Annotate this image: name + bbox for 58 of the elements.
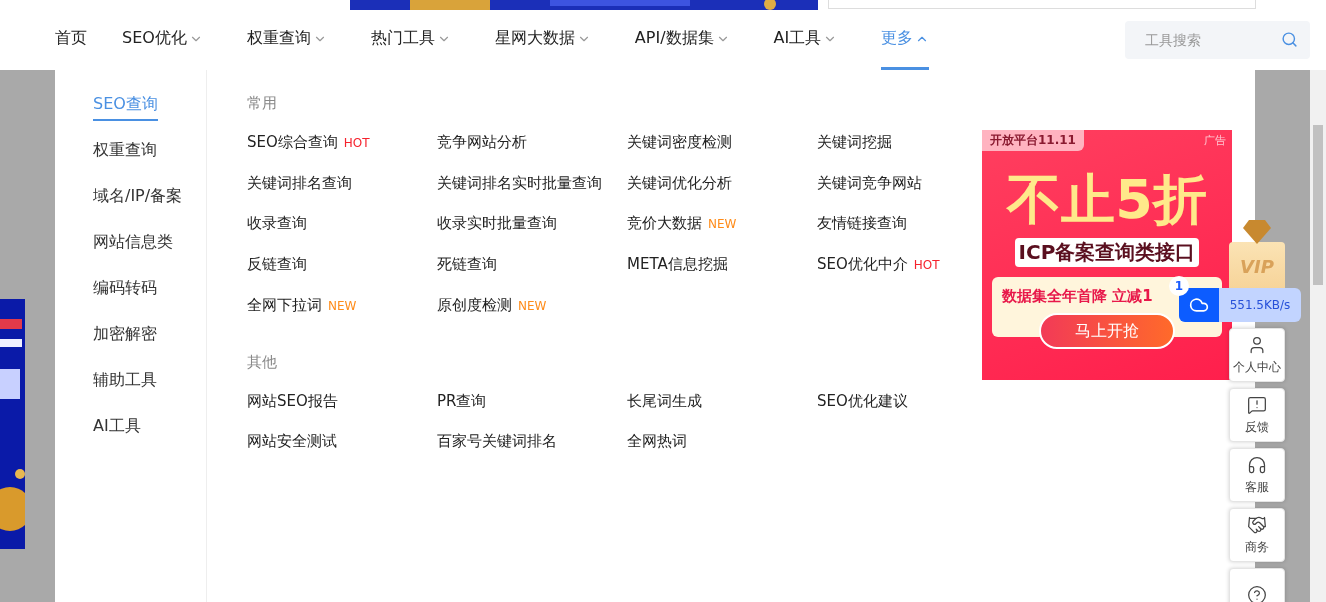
tool-link[interactable]: SEO综合查询 HOT xyxy=(247,131,370,154)
tool-link[interactable]: 关键词优化分析 xyxy=(627,172,732,194)
category-item[interactable]: AI工具 xyxy=(93,414,141,443)
cloud-icon xyxy=(1189,295,1209,315)
tool-link[interactable]: 关键词挖掘 xyxy=(817,131,892,154)
nav-item[interactable]: 权重查询 xyxy=(246,10,327,70)
tool-link[interactable]: SEO优化中介 HOT xyxy=(817,253,940,276)
side-button[interactable]: 反馈 xyxy=(1229,388,1285,442)
category-item[interactable]: 域名/IP/备案 xyxy=(93,184,183,213)
tool-link[interactable]: 原创度检测 NEW xyxy=(437,294,547,317)
ad-subtitle: ICP备案查询类接口 xyxy=(1014,238,1200,267)
nav-item[interactable]: API/数据集 xyxy=(634,10,730,70)
category-item[interactable]: 辅助工具 xyxy=(93,368,157,397)
scrollbar-thumb[interactable] xyxy=(1313,125,1323,285)
tool-link[interactable]: 关键词排名查询 xyxy=(247,172,352,194)
diamond-icon xyxy=(1243,220,1271,244)
handshake-icon xyxy=(1247,514,1267,535)
tool-link[interactable]: 关键词排名实时批量查询 xyxy=(437,172,602,194)
category-item[interactable]: 加密解密 xyxy=(93,322,157,351)
side-button[interactable]: 个人中心 xyxy=(1229,328,1285,382)
section-title: 常用 xyxy=(247,94,278,113)
tool-link[interactable]: 反链查询 xyxy=(247,253,307,276)
side-button[interactable]: 客服 xyxy=(1229,448,1285,502)
nav-item[interactable]: 热门工具 xyxy=(370,10,451,70)
tool-link[interactable]: 竞争网站分析 xyxy=(437,131,527,154)
tool-link[interactable]: 网站SEO报告 xyxy=(247,390,338,412)
tool-link[interactable]: 全网热词 xyxy=(627,430,687,452)
category-item[interactable]: 编码转码 xyxy=(93,276,157,305)
nav-item[interactable]: 星网大数据 xyxy=(494,10,591,70)
tool-link[interactable]: 长尾词生成 xyxy=(627,390,702,412)
tool-link[interactable]: 百家号关键词排名 xyxy=(437,430,557,452)
search-field[interactable]: 工具搜索 xyxy=(1125,21,1310,59)
nav-item[interactable]: 首页 xyxy=(55,10,87,70)
tool-link[interactable]: 全网下拉词 NEW xyxy=(247,294,357,317)
tool-link[interactable]: PR查询 xyxy=(437,390,487,412)
tool-link[interactable]: 友情链接查询 xyxy=(817,212,907,235)
tool-link[interactable]: SEO优化建议 xyxy=(817,390,908,412)
category-item[interactable]: 网站信息类 xyxy=(93,230,173,259)
side-button[interactable]: 商务 xyxy=(1229,508,1285,562)
message-alert-icon xyxy=(1247,394,1267,415)
ad-label: 广告 xyxy=(1204,133,1226,148)
tool-link[interactable]: 关键词竞争网站 xyxy=(817,172,922,194)
tool-link[interactable]: 死链查询 xyxy=(437,253,497,276)
search-icon[interactable] xyxy=(1281,31,1298,48)
tool-link[interactable]: 关键词密度检测 xyxy=(627,131,732,154)
help-icon xyxy=(1247,585,1267,602)
tool-link[interactable]: 竞价大数据 NEW xyxy=(627,212,737,235)
headset-icon xyxy=(1247,454,1267,475)
tool-link[interactable]: 网站安全测试 xyxy=(247,430,337,452)
nav-item[interactable]: SEO优化 xyxy=(122,10,203,70)
nav-item[interactable]: AI工具 xyxy=(773,10,838,70)
section-title: 其他 xyxy=(247,353,278,372)
tool-link[interactable]: 收录查询 xyxy=(247,212,307,235)
category-item[interactable]: 权重查询 xyxy=(93,138,157,167)
ad-tag: 开放平台11.11 xyxy=(982,130,1084,151)
tool-link[interactable]: 收录实时批量查询 xyxy=(437,212,557,235)
ad-headline: 不止5折 xyxy=(1007,170,1207,230)
tool-link[interactable]: META信息挖掘 xyxy=(627,253,728,276)
